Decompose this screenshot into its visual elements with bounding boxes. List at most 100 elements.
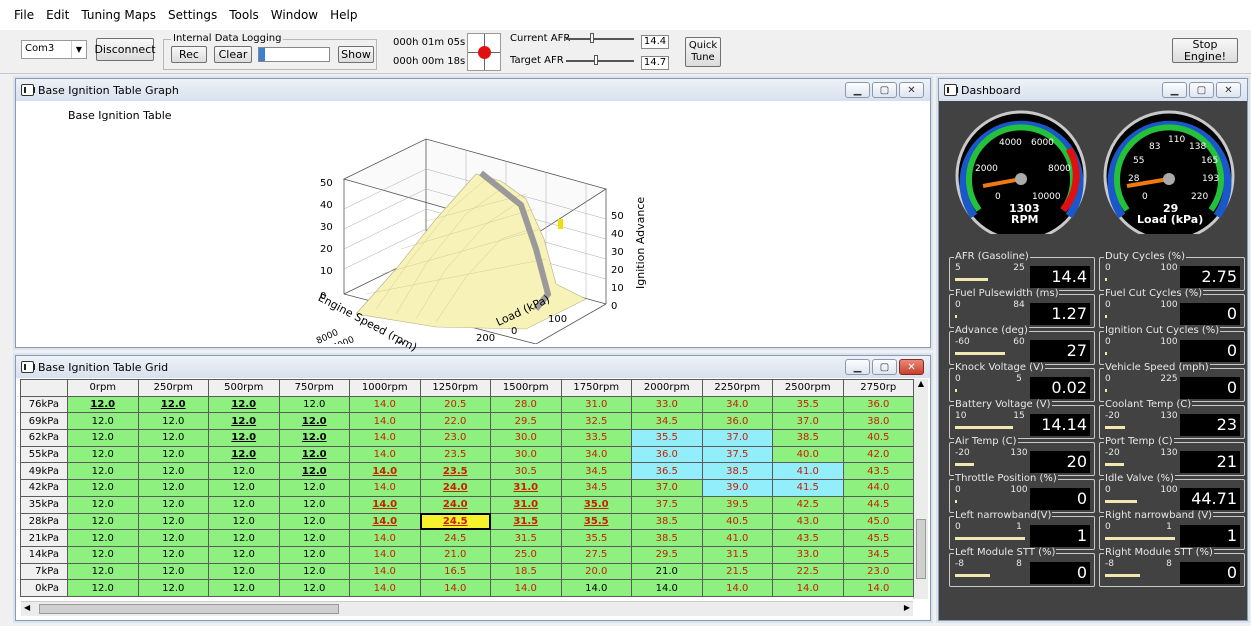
table-cell[interactable]: 40.0 (772, 445, 844, 464)
table-cell[interactable]: 27.5 (560, 545, 632, 564)
table-cell[interactable]: 14.0 (349, 462, 421, 481)
table-cell[interactable]: 12.0 (137, 512, 209, 531)
table-cell[interactable]: 36.0 (631, 445, 703, 464)
table-cell[interactable]: 38.5 (772, 429, 844, 447)
table-cell[interactable]: 12.0 (278, 512, 350, 531)
table-cell[interactable]: 14.0 (631, 579, 703, 597)
table-cell[interactable]: 34.0 (560, 445, 632, 464)
graph-window-titlebar[interactable]: Base Ignition Table Graph ▁ ▢ ✕ (16, 79, 930, 101)
menu-tuning-maps[interactable]: Tuning Maps (81, 8, 156, 22)
table-cell[interactable]: 25.0 (490, 545, 562, 564)
table-cell[interactable]: 43.0 (772, 512, 844, 531)
table-cell[interactable]: 24.0 (419, 479, 491, 497)
table-cell[interactable]: 22.5 (772, 562, 844, 581)
table-cell[interactable]: 12.0 (137, 529, 209, 547)
table-cell[interactable]: 18.5 (490, 562, 562, 581)
table-cell[interactable]: 44.5 (842, 495, 914, 514)
table-cell[interactable]: 14.0 (349, 412, 421, 431)
maximize-icon[interactable]: ▢ (1189, 82, 1214, 98)
table-cell[interactable]: 12.0 (137, 445, 209, 464)
menu-tools[interactable]: Tools (229, 8, 259, 22)
table-cell[interactable]: 16.5 (419, 562, 491, 581)
horizontal-scrollbar[interactable]: ◀ ▶ (21, 601, 913, 616)
table-cell[interactable]: 36.0 (701, 412, 773, 431)
table-cell[interactable]: 12.0 (278, 412, 350, 431)
table-cell[interactable]: 35.0 (560, 495, 632, 514)
table-cell[interactable]: 12.0 (137, 562, 209, 581)
table-cell[interactable]: 29.5 (631, 545, 703, 564)
table-cell[interactable]: 12.0 (67, 512, 139, 531)
table-cell[interactable]: 37.0 (701, 429, 773, 447)
table-cell[interactable]: 12.0 (208, 395, 280, 414)
close-icon[interactable]: ✕ (899, 359, 924, 375)
table-cell[interactable]: 12.0 (67, 395, 139, 414)
table-cell[interactable]: 12.0 (278, 479, 350, 497)
table-cell[interactable]: 14.0 (349, 445, 421, 464)
table-cell[interactable]: 21.0 (631, 562, 703, 581)
table-cell[interactable]: 12.0 (67, 479, 139, 497)
table-cell[interactable]: 14.0 (772, 579, 844, 597)
table-cell[interactable]: 31.5 (701, 545, 773, 564)
table-cell[interactable]: 12.0 (278, 562, 350, 581)
quick-tune-button[interactable]: Quick Tune (685, 37, 721, 67)
port-select[interactable]: Com3 ▼ (21, 40, 87, 59)
table-cell[interactable]: 28.0 (490, 395, 562, 414)
table-cell[interactable]: 35.5 (772, 395, 844, 414)
table-cell[interactable]: 23.5 (419, 445, 491, 464)
table-cell[interactable]: 30.0 (490, 445, 562, 464)
table-cell[interactable]: 12.0 (208, 429, 280, 447)
table-cell[interactable]: 12.0 (67, 462, 139, 481)
table-cell[interactable]: 14.0 (419, 579, 491, 597)
table-cell[interactable]: 12.0 (208, 579, 280, 597)
scroll-left-icon[interactable]: ◀ (24, 603, 30, 612)
table-cell[interactable]: 14.0 (349, 562, 421, 581)
rec-button[interactable]: Rec (171, 46, 207, 63)
table-cell[interactable]: 12.0 (67, 495, 139, 514)
table-cell[interactable]: 12.0 (278, 395, 350, 414)
table-cell[interactable]: 12.0 (137, 429, 209, 447)
table-cell[interactable]: 12.0 (137, 545, 209, 564)
table-cell[interactable]: 45.0 (842, 512, 914, 531)
table-cell[interactable]: 12.0 (208, 562, 280, 581)
table-cell[interactable]: 12.0 (208, 462, 280, 481)
table-cell[interactable]: 12.0 (67, 529, 139, 547)
table-cell[interactable]: 12.0 (137, 395, 209, 414)
table-cell[interactable]: 12.0 (67, 545, 139, 564)
table-cell[interactable]: 39.0 (701, 479, 773, 497)
table-cell[interactable]: 35.5 (560, 529, 632, 547)
maximize-icon[interactable]: ▢ (872, 82, 897, 98)
table-cell[interactable]: 36.0 (842, 395, 914, 414)
table-cell[interactable]: 14.0 (349, 429, 421, 447)
menu-settings[interactable]: Settings (168, 8, 217, 22)
table-cell[interactable]: 40.5 (701, 512, 773, 531)
table-cell[interactable]: 22.0 (419, 412, 491, 431)
table-cell[interactable]: 12.0 (67, 562, 139, 581)
table-cell[interactable]: 14.0 (842, 579, 914, 597)
table-cell[interactable]: 24.5 (419, 529, 491, 547)
table-cell[interactable]: 14.0 (349, 529, 421, 547)
table-cell[interactable]: 31.5 (490, 529, 562, 547)
close-icon[interactable]: ✕ (899, 82, 924, 98)
show-button[interactable]: Show (338, 46, 374, 63)
table-cell[interactable]: 12.0 (208, 529, 280, 547)
table-cell[interactable]: 12.0 (278, 429, 350, 447)
table-cell[interactable]: 12.0 (137, 479, 209, 497)
table-cell[interactable]: 44.0 (842, 479, 914, 497)
table-cell[interactable]: 43.5 (772, 529, 844, 547)
table-cell[interactable]: 31.0 (560, 395, 632, 414)
table-cell[interactable]: 42.0 (842, 445, 914, 464)
table-cell[interactable]: 12.0 (137, 412, 209, 431)
table-cell[interactable]: 33.0 (772, 545, 844, 564)
table-cell[interactable]: 33.5 (560, 429, 632, 447)
table-cell[interactable]: 23.5 (419, 462, 491, 481)
table-cell[interactable]: 14.0 (349, 512, 421, 531)
close-icon[interactable]: ✕ (1216, 82, 1241, 98)
menu-window[interactable]: Window (271, 8, 318, 22)
table-cell[interactable]: 21.0 (419, 545, 491, 564)
menu-edit[interactable]: Edit (46, 8, 69, 22)
menu-file[interactable]: File (14, 8, 34, 22)
table-cell[interactable]: 41.0 (701, 529, 773, 547)
maximize-icon[interactable]: ▢ (872, 359, 897, 375)
table-cell[interactable]: 45.5 (842, 529, 914, 547)
table-cell[interactable]: 37.0 (631, 479, 703, 497)
